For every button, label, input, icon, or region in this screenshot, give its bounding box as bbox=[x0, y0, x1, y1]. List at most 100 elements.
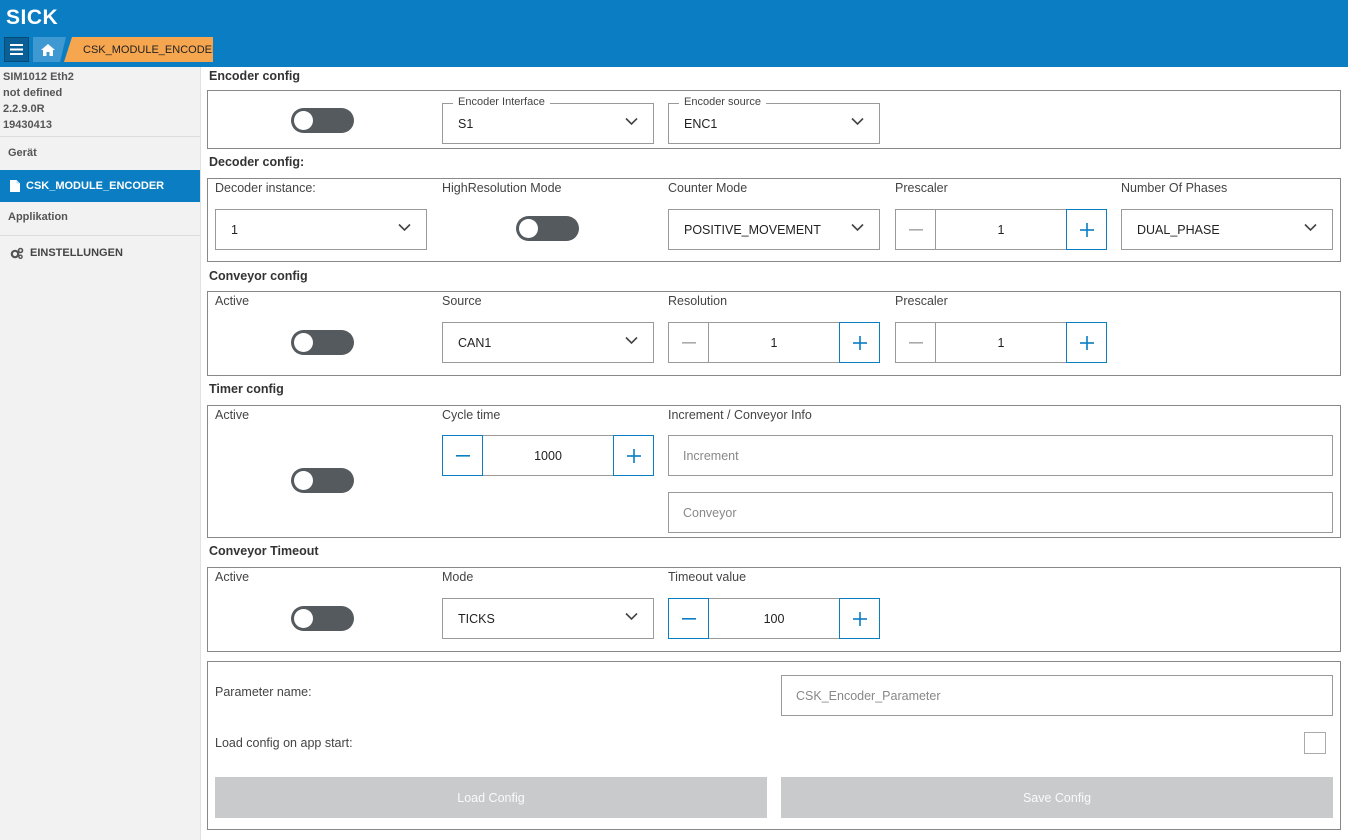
device-name: SIM1012 Eth2 bbox=[3, 71, 74, 83]
device-location: not defined bbox=[3, 87, 63, 99]
cycle-time-label: Cycle time bbox=[442, 408, 501, 422]
resolution-value[interactable]: 1 bbox=[709, 322, 839, 363]
decoder-instance-select[interactable]: 1 bbox=[215, 209, 427, 250]
decrement-button[interactable] bbox=[668, 598, 709, 639]
sidebar-group-device: Gerät bbox=[8, 147, 37, 159]
divider bbox=[0, 235, 200, 236]
counter-mode-select[interactable]: POSITIVE_MOVEMENT bbox=[668, 209, 880, 250]
conveyor-timeout-title: Conveyor Timeout bbox=[209, 544, 319, 558]
parameter-name-label: Parameter name: bbox=[215, 685, 312, 699]
conveyor-prescaler-value[interactable]: 1 bbox=[936, 322, 1066, 363]
timer-active-toggle[interactable] bbox=[291, 468, 354, 493]
firmware-version: 2.2.9.0R bbox=[3, 103, 45, 115]
encoder-enable-toggle[interactable] bbox=[291, 108, 354, 133]
timeout-value-stepper[interactable]: 100 bbox=[668, 598, 880, 639]
load-on-start-checkbox[interactable] bbox=[1304, 732, 1326, 754]
app-header: SICK CSK_MODULE_ENCODER bbox=[0, 0, 1348, 67]
timeout-value[interactable]: 100 bbox=[709, 598, 839, 639]
counter-mode-label: Counter Mode bbox=[668, 181, 748, 195]
decoder-instance-label: Decoder instance: bbox=[215, 181, 316, 195]
conveyor-timeout-box: Active Mode Timeout value TICKS 100 bbox=[207, 567, 1341, 652]
decrement-button[interactable] bbox=[895, 322, 936, 363]
increment-button[interactable] bbox=[839, 322, 880, 363]
sidebar-item-label: CSK_MODULE_ENCODER bbox=[26, 180, 165, 192]
parameters-box: Parameter name: CSK_Encoder_Parameter Lo… bbox=[207, 661, 1341, 830]
serial-number: 19430413 bbox=[3, 119, 52, 131]
encoder-config-title: Encoder config bbox=[209, 69, 300, 83]
load-on-start-label: Load config on app start: bbox=[215, 736, 353, 750]
cycle-time-value[interactable]: 1000 bbox=[483, 435, 613, 476]
conveyor-source-select[interactable]: CAN1 bbox=[442, 322, 654, 363]
breadcrumb-module[interactable]: CSK_MODULE_ENCODER bbox=[64, 37, 213, 62]
load-config-button[interactable]: Load Config bbox=[215, 777, 767, 818]
plus-icon bbox=[1079, 335, 1094, 350]
decrement-button[interactable] bbox=[442, 435, 483, 476]
menu-button[interactable] bbox=[4, 37, 29, 62]
encoder-interface-value: S1 bbox=[458, 116, 474, 131]
increment-button[interactable] bbox=[839, 598, 880, 639]
sidebar-item-module-encoder[interactable]: CSK_MODULE_ENCODER bbox=[0, 170, 200, 202]
decoder-instance-value: 1 bbox=[231, 222, 238, 237]
timeout-mode-value: TICKS bbox=[458, 611, 495, 626]
decoder-prescaler-stepper[interactable]: 1 bbox=[895, 209, 1107, 250]
gears-icon bbox=[10, 247, 24, 259]
chevron-down-icon bbox=[625, 117, 638, 126]
save-config-button[interactable]: Save Config bbox=[781, 777, 1333, 818]
phases-value: DUAL_PHASE bbox=[1137, 222, 1220, 237]
device-info: SIM1012 Eth2 not defined 2.2.9.0R 194304… bbox=[0, 67, 200, 133]
encoder-source-select[interactable]: Encoder source ENC1 bbox=[668, 96, 880, 144]
conveyor-prescaler-label: Prescaler bbox=[895, 294, 948, 308]
plus-icon bbox=[626, 448, 641, 463]
home-button[interactable] bbox=[33, 37, 66, 62]
encoder-interface-label: Encoder Interface bbox=[453, 96, 550, 108]
timer-config-title: Timer config bbox=[209, 382, 284, 396]
minus-icon bbox=[681, 341, 696, 344]
increment-button[interactable] bbox=[1066, 322, 1107, 363]
timer-active-label: Active bbox=[215, 408, 250, 422]
encoder-config-box: Encoder Interface S1 Encoder source ENC1 bbox=[207, 90, 1341, 149]
sidebar: SIM1012 Eth2 not defined 2.2.9.0R 194304… bbox=[0, 67, 201, 840]
increment-info-label: Increment / Conveyor Info bbox=[668, 408, 812, 422]
conveyor-active-toggle[interactable] bbox=[291, 330, 354, 355]
chevron-down-icon bbox=[625, 612, 638, 621]
sidebar-item-settings[interactable]: EINSTELLUNGEN bbox=[0, 237, 200, 269]
chevron-down-icon bbox=[1304, 223, 1317, 232]
timeout-value-label: Timeout value bbox=[668, 570, 747, 584]
decoder-prescaler-label: Prescaler bbox=[895, 181, 948, 195]
sidebar-group-app: Applikation bbox=[8, 211, 68, 223]
conveyor-source-value: CAN1 bbox=[458, 335, 492, 350]
hamburger-icon bbox=[10, 44, 23, 55]
counter-mode-value: POSITIVE_MOVEMENT bbox=[684, 222, 821, 237]
conveyor-source-label: Source bbox=[442, 294, 482, 308]
divider bbox=[0, 136, 200, 137]
resolution-stepper[interactable]: 1 bbox=[668, 322, 880, 363]
highres-mode-toggle[interactable] bbox=[516, 216, 579, 241]
encoder-interface-select[interactable]: Encoder Interface S1 bbox=[442, 96, 654, 144]
conveyor-info-field[interactable]: Conveyor bbox=[668, 492, 1333, 533]
conveyor-config-box: Active Source Resolution Prescaler CAN1 … bbox=[207, 291, 1341, 376]
parameter-name-input[interactable]: CSK_Encoder_Parameter bbox=[781, 675, 1333, 716]
conveyor-prescaler-stepper[interactable]: 1 bbox=[895, 322, 1107, 363]
plus-icon bbox=[852, 335, 867, 350]
decrement-button[interactable] bbox=[895, 209, 936, 250]
decoder-config-title: Decoder config: bbox=[209, 155, 305, 169]
phases-label: Number Of Phases bbox=[1121, 181, 1228, 195]
decrement-button[interactable] bbox=[668, 322, 709, 363]
conveyor-config-title: Conveyor config bbox=[209, 269, 308, 283]
decoder-prescaler-value[interactable]: 1 bbox=[936, 209, 1066, 250]
phases-select[interactable]: DUAL_PHASE bbox=[1121, 209, 1333, 250]
chevron-down-icon bbox=[851, 117, 864, 126]
resolution-label: Resolution bbox=[668, 294, 728, 308]
highres-mode-label: HighResolution Mode bbox=[442, 181, 562, 195]
minus-icon bbox=[681, 617, 696, 620]
increment-button[interactable] bbox=[613, 435, 654, 476]
timeout-active-toggle[interactable] bbox=[291, 606, 354, 631]
timeout-mode-select[interactable]: TICKS bbox=[442, 598, 654, 639]
timer-config-box: Active Cycle time Increment / Conveyor I… bbox=[207, 405, 1341, 538]
increment-button[interactable] bbox=[1066, 209, 1107, 250]
chevron-down-icon bbox=[851, 223, 864, 232]
decoder-config-box: Decoder instance: HighResolution Mode Co… bbox=[207, 178, 1341, 262]
chevron-down-icon bbox=[625, 336, 638, 345]
increment-info-field[interactable]: Increment bbox=[668, 435, 1333, 476]
cycle-time-stepper[interactable]: 1000 bbox=[442, 435, 654, 476]
